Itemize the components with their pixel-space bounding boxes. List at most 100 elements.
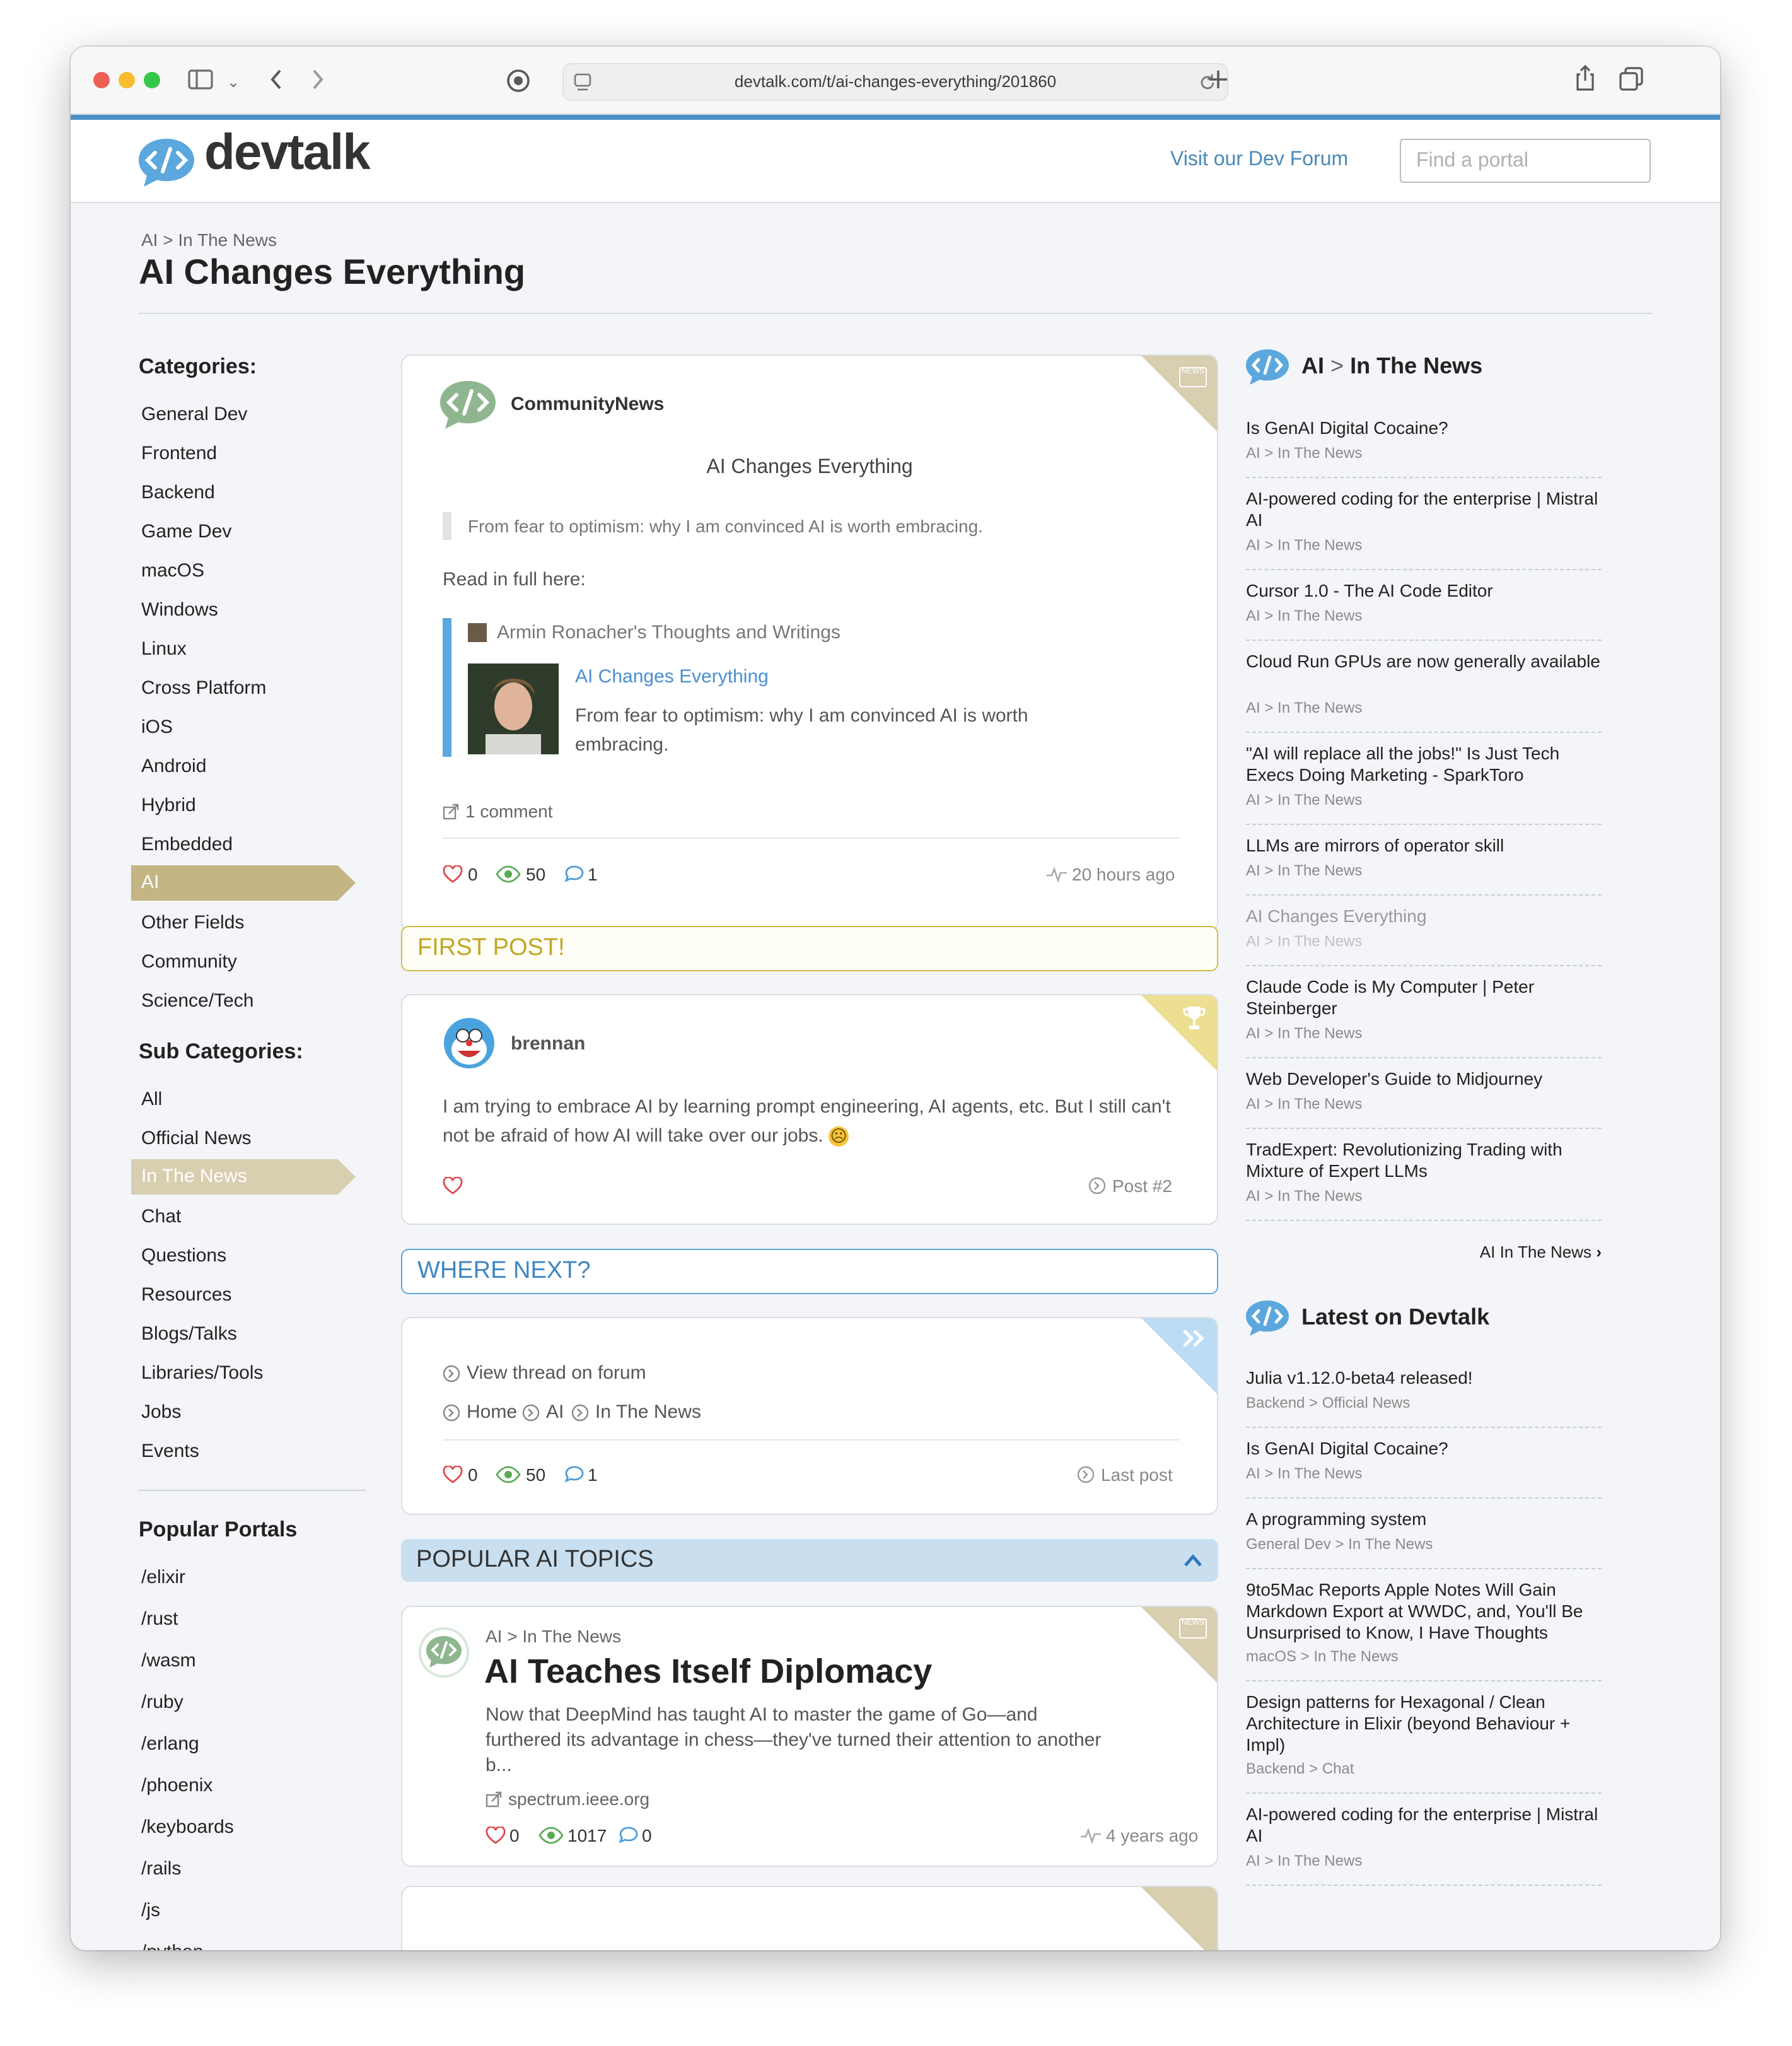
brennan-avatar[interactable]	[443, 1017, 496, 1070]
post-number-link[interactable]: Post #2	[1112, 1176, 1172, 1196]
news-item-title[interactable]: AI-powered coding for the enterprise | M…	[1246, 488, 1602, 531]
news-item-title[interactable]: TradExpert: Revolutionizing Trading with…	[1246, 1139, 1602, 1182]
category-community[interactable]: Community	[141, 951, 237, 973]
news-item-category[interactable]: AI > In The News	[1246, 444, 1362, 462]
back-arrow-icon[interactable]	[269, 68, 284, 91]
latest-item-title[interactable]: Julia v1.12.0-beta4 released!	[1246, 1367, 1602, 1389]
visit-forum-link[interactable]: Visit our Dev Forum	[1170, 149, 1348, 172]
category-android[interactable]: Android	[141, 756, 206, 777]
news-item-title[interactable]: "AI will replace all the jobs!" Is Just …	[1246, 743, 1602, 786]
privacy-shield-icon[interactable]	[506, 68, 531, 93]
ai-news-heading[interactable]: AI > In The News	[1301, 353, 1482, 380]
news-item-category[interactable]: AI > In The News	[1246, 932, 1362, 950]
portal-link[interactable]: /keyboards	[141, 1816, 234, 1838]
close-window-button[interactable]	[93, 72, 110, 88]
category-embedded[interactable]: Embedded	[141, 834, 233, 855]
latest-item-category[interactable]: General Dev > In The News	[1246, 1535, 1433, 1553]
category-windows[interactable]: Windows	[141, 599, 218, 621]
category-ios[interactable]: iOS	[141, 716, 173, 738]
share-icon[interactable]	[1574, 64, 1597, 92]
topic-avatar-icon[interactable]	[419, 1627, 469, 1678]
news-item-category[interactable]: AI > In The News	[1246, 607, 1362, 624]
portal-link[interactable]: /ruby	[141, 1692, 183, 1713]
onebox-title-link[interactable]: AI Changes Everything	[575, 666, 769, 687]
subcategory-resources[interactable]: Resources	[141, 1284, 231, 1306]
category-other-fields[interactable]: Other Fields	[141, 912, 244, 933]
latest-item-title[interactable]: Is GenAI Digital Cocaine?	[1246, 1438, 1602, 1459]
news-item-title[interactable]: LLMs are mirrors of operator skill	[1246, 835, 1602, 856]
news-item-category[interactable]: AI > In The News	[1246, 1095, 1362, 1113]
latest-item-title[interactable]: 9to5Mac Reports Apple Notes Will Gain Ma…	[1246, 1579, 1602, 1644]
tab-overview-icon[interactable]	[1619, 67, 1644, 92]
last-post-link[interactable]: Last post	[1101, 1464, 1173, 1485]
news-item-title[interactable]: Cloud Run GPUs are now generally availab…	[1246, 651, 1602, 672]
portal-link[interactable]: /erlang	[141, 1733, 199, 1755]
find-portal-input[interactable]	[1400, 139, 1651, 183]
zoom-window-button[interactable]	[144, 72, 160, 88]
topic-source-link[interactable]: spectrum.ieee.org	[508, 1789, 649, 1809]
view-thread-link[interactable]: View thread on forum	[467, 1362, 646, 1384]
chevron-up-icon[interactable]	[1183, 1553, 1203, 1568]
category-ai-active[interactable]: AI	[131, 865, 356, 901]
category-macos[interactable]: macOS	[141, 560, 204, 582]
heart-icon[interactable]	[443, 1177, 463, 1195]
subcategory-questions[interactable]: Questions	[141, 1245, 226, 1266]
category-science-tech[interactable]: Science/Tech	[141, 990, 253, 1012]
category-hybrid[interactable]: Hybrid	[141, 795, 196, 816]
popular-topics-banner[interactable]: POPULAR AI TOPICS	[401, 1539, 1218, 1582]
heart-icon[interactable]	[486, 1827, 506, 1844]
new-tab-plus-icon[interactable]	[1207, 68, 1230, 91]
news-item-category[interactable]: AI > In The News	[1246, 536, 1362, 554]
news-item-title[interactable]: Web Developer's Guide to Midjourney	[1246, 1068, 1602, 1090]
category-cross-platform[interactable]: Cross Platform	[141, 677, 266, 699]
latest-item-title[interactable]: Design patterns for Hexagonal / Clean Ar…	[1246, 1692, 1602, 1756]
subcategory-official-news[interactable]: Official News	[141, 1128, 252, 1149]
subcategory-jobs[interactable]: Jobs	[141, 1401, 181, 1423]
logo-wordmark[interactable]: devtalk	[204, 125, 371, 182]
ai-news-more-link[interactable]: AI In The News ›	[1246, 1242, 1602, 1261]
forward-arrow-icon[interactable]	[310, 68, 325, 91]
address-bar[interactable]: devtalk.com/t/ai-changes-everything/2018…	[562, 63, 1228, 101]
post-author[interactable]: CommunityNews	[511, 394, 664, 415]
subcategory-events[interactable]: Events	[141, 1441, 199, 1462]
heart-icon[interactable]	[443, 865, 463, 883]
category-linux[interactable]: Linux	[141, 638, 187, 660]
latest-item-category[interactable]: AI > In The News	[1246, 1464, 1362, 1482]
category-general-dev[interactable]: General Dev	[141, 404, 247, 425]
sidebar-toggle-icon[interactable]	[188, 68, 213, 91]
nav-ai-link[interactable]: AI	[546, 1401, 564, 1423]
latest-item-title[interactable]: A programming system	[1246, 1509, 1602, 1530]
portal-link[interactable]: /js	[141, 1900, 160, 1921]
portal-link[interactable]: /elixir	[141, 1567, 185, 1588]
subcategory-blogs-talks[interactable]: Blogs/Talks	[141, 1323, 237, 1345]
onebox-site-name[interactable]: Armin Ronacher's Thoughts and Writings	[497, 622, 841, 643]
portal-link[interactable]: /python	[141, 1941, 203, 1950]
subcategory-in-the-news-active[interactable]: In The News	[131, 1159, 356, 1195]
topic-breadcrumb[interactable]: AI > In The News	[486, 1626, 621, 1646]
portal-link[interactable]: /phoenix	[141, 1775, 212, 1796]
news-item-title[interactable]: Cursor 1.0 - The AI Code Editor	[1246, 580, 1602, 602]
subcategory-chat[interactable]: Chat	[141, 1206, 181, 1227]
latest-item-category[interactable]: AI > In The News	[1246, 1852, 1362, 1869]
portal-link[interactable]: /wasm	[141, 1650, 196, 1671]
nav-in-the-news-link[interactable]: In The News	[595, 1401, 701, 1423]
category-backend[interactable]: Backend	[141, 482, 215, 503]
category-game-dev[interactable]: Game Dev	[141, 521, 231, 542]
latest-item-category[interactable]: macOS > In The News	[1246, 1647, 1399, 1665]
minimize-window-button[interactable]	[119, 72, 135, 88]
news-item-category[interactable]: AI > In The News	[1246, 1187, 1362, 1205]
news-item-category[interactable]: AI > In The News	[1246, 862, 1362, 879]
devtalk-logo-icon[interactable]	[136, 136, 197, 189]
news-item-title[interactable]: Is GenAI Digital Cocaine?	[1246, 418, 1602, 439]
news-item-category[interactable]: AI > In The News	[1246, 791, 1362, 809]
topic-title[interactable]: AI Teaches Itself Diplomacy	[484, 1652, 932, 1692]
reply-author[interactable]: brennan	[511, 1033, 585, 1055]
portal-link[interactable]: /rails	[141, 1858, 181, 1879]
breadcrumb[interactable]: AI > In The News	[141, 230, 277, 250]
chevron-down-icon[interactable]: ⌄	[227, 69, 240, 95]
latest-item-title[interactable]: AI-powered coding for the enterprise | M…	[1246, 1804, 1602, 1847]
community-news-avatar-icon[interactable]	[438, 378, 498, 431]
news-item-title-current[interactable]: AI Changes Everything	[1246, 906, 1602, 927]
news-item-category[interactable]: AI > In The News	[1246, 699, 1362, 716]
nav-home-link[interactable]: Home	[467, 1401, 517, 1423]
